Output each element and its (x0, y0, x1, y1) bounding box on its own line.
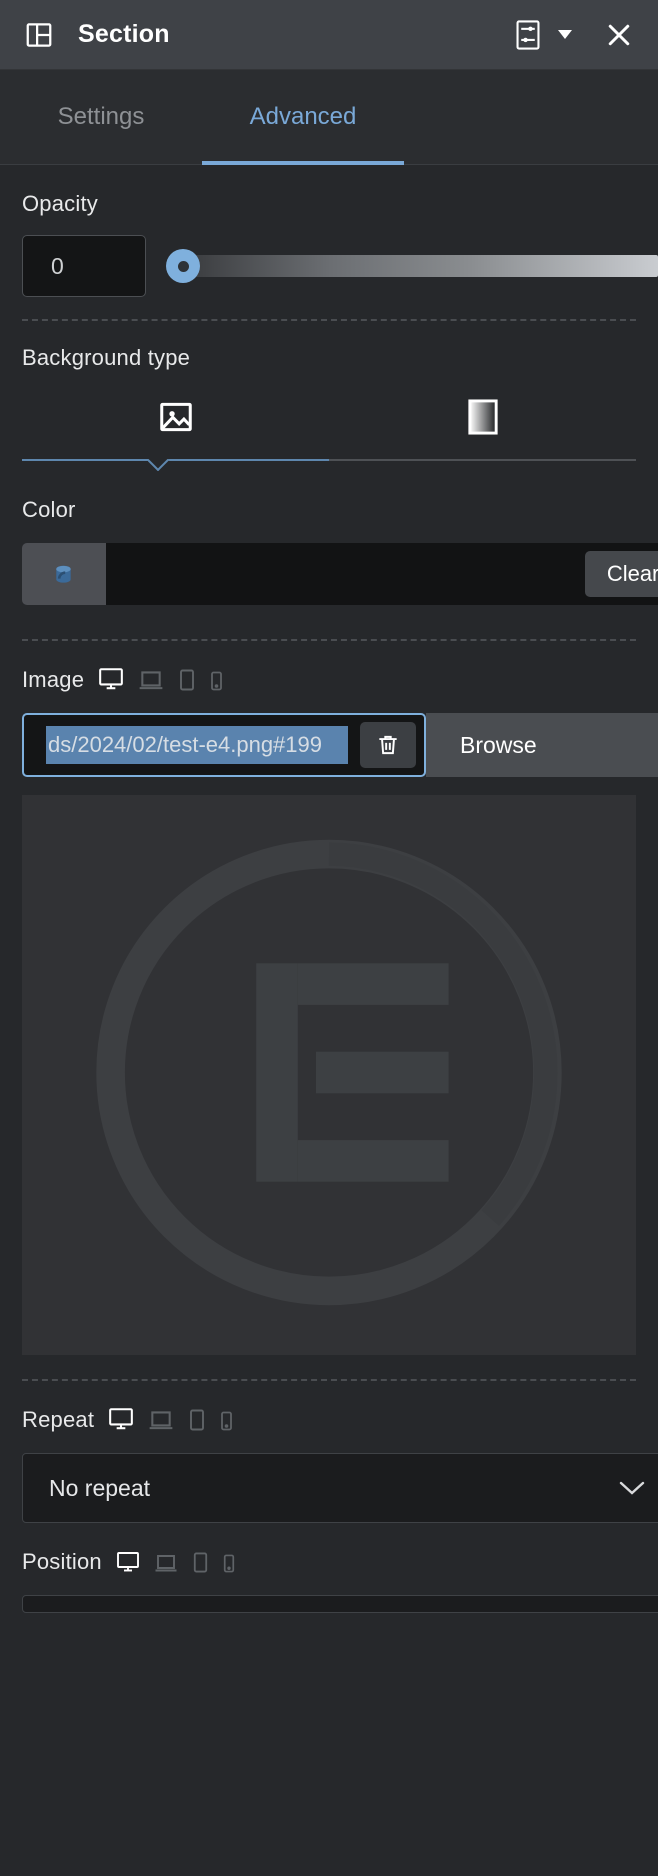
position-label-row: Position (22, 1549, 636, 1575)
section-settings-panel: Section Settings Advanced Opacity 0 Back… (0, 0, 658, 1876)
background-type-classic[interactable] (22, 393, 329, 445)
caret-down-icon[interactable] (558, 30, 572, 39)
position-select[interactable] (22, 1595, 658, 1613)
mobile-icon[interactable] (223, 1554, 235, 1573)
laptop-icon[interactable] (148, 1409, 174, 1431)
desktop-icon[interactable] (108, 1407, 134, 1431)
image-device-switcher (98, 667, 223, 693)
opacity-input[interactable]: 0 (22, 235, 146, 297)
desktop-icon[interactable] (116, 1551, 140, 1573)
header-actions (511, 18, 636, 52)
sliders-icon[interactable] (511, 18, 545, 52)
background-type-underline (22, 459, 636, 473)
mobile-icon[interactable] (210, 671, 223, 691)
underline-active (22, 459, 329, 461)
mobile-icon[interactable] (220, 1411, 233, 1431)
repeat-select[interactable]: No repeat (22, 1453, 658, 1523)
opacity-control: Opacity 0 (0, 165, 658, 319)
position-control: Position (0, 1523, 658, 1613)
laptop-icon[interactable] (154, 1553, 178, 1573)
tablet-icon[interactable] (178, 669, 196, 691)
desktop-icon[interactable] (98, 667, 124, 691)
browse-button[interactable]: Browse (426, 713, 658, 777)
paint-bucket-icon[interactable] (22, 543, 106, 605)
clear-color-button[interactable]: Clear (584, 551, 658, 597)
opacity-slider[interactable] (166, 249, 658, 283)
color-control: Color Clear (0, 473, 658, 605)
background-type-choices (22, 393, 636, 445)
tab-settings[interactable]: Settings (0, 70, 202, 164)
color-row: Clear (22, 543, 658, 605)
opacity-slider-track[interactable] (190, 255, 658, 277)
background-type-control: Background type (0, 321, 658, 473)
position-device-switcher (116, 1551, 235, 1575)
close-icon[interactable] (602, 18, 636, 52)
repeat-label-row: Repeat (22, 1407, 636, 1433)
tablet-icon[interactable] (192, 1552, 209, 1573)
trash-icon[interactable] (360, 722, 416, 768)
elementor-placeholder-logo-icon (69, 813, 589, 1338)
section-layout-icon (22, 18, 56, 52)
background-type-label: Background type (22, 345, 191, 370)
opacity-slider-thumb[interactable] (166, 249, 200, 283)
opacity-row: 0 (22, 235, 658, 297)
repeat-control: Repeat No repeat (0, 1381, 658, 1523)
background-type-gradient[interactable] (329, 393, 636, 445)
panel-tabs: Settings Advanced (0, 70, 658, 165)
image-control: Image ds/2024/02/test-e4.png#199 Browse (0, 641, 658, 1355)
image-label-row: Image (22, 667, 636, 693)
image-preview[interactable] (22, 795, 636, 1355)
tablet-icon[interactable] (188, 1409, 206, 1431)
laptop-icon[interactable] (138, 669, 164, 691)
color-preview[interactable]: Clear (106, 543, 658, 605)
chevron-down-icon[interactable] (618, 1479, 646, 1497)
repeat-label: Repeat (22, 1407, 95, 1432)
image-url-row: ds/2024/02/test-e4.png#199 Browse (22, 713, 658, 777)
repeat-selected-value: No repeat (49, 1474, 151, 1501)
panel-header: Section (0, 0, 658, 70)
image-label: Image (22, 667, 85, 692)
image-url-input[interactable]: ds/2024/02/test-e4.png#199 (46, 726, 348, 764)
color-label: Color (22, 497, 76, 522)
image-url-field[interactable]: ds/2024/02/test-e4.png#199 (22, 713, 426, 777)
opacity-label: Opacity (22, 191, 98, 216)
gradient-icon (466, 398, 500, 441)
tab-advanced[interactable]: Advanced (202, 70, 404, 165)
tab-advanced-label: Advanced (249, 103, 357, 130)
image-icon (157, 398, 195, 441)
underline-notch (148, 459, 170, 471)
repeat-device-switcher (108, 1407, 233, 1433)
tab-settings-label: Settings (57, 103, 145, 130)
page-title: Section (78, 20, 170, 48)
position-label: Position (22, 1549, 102, 1574)
underline-inactive (329, 459, 636, 461)
